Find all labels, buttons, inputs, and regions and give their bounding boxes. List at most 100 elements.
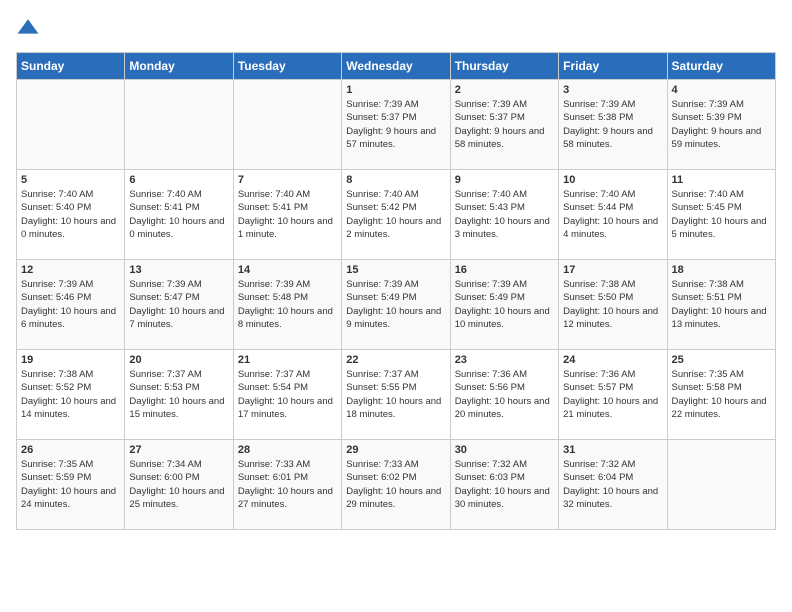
day-number: 10 <box>563 174 662 186</box>
day-header-tuesday: Tuesday <box>233 53 341 80</box>
cell-info: Sunrise: 7:39 AMSunset: 5:37 PMDaylight:… <box>346 98 445 151</box>
calendar-cell: 12Sunrise: 7:39 AMSunset: 5:46 PMDayligh… <box>17 260 125 350</box>
calendar-cell: 14 Sunrise: 7:39 AMSunset: 5:48 PMDayligh… <box>233 260 341 350</box>
calendar-cell <box>17 80 125 170</box>
calendar-cell: 23 Sunrise: 7:36 AMSunset: 5:56 PMDayligh… <box>450 350 558 440</box>
calendar-cell: 19Sunrise: 7:38 AMSunset: 5:52 PMDayligh… <box>17 350 125 440</box>
header-row: SundayMondayTuesdayWednesdayThursdayFrid… <box>17 53 776 80</box>
cell-info: Sunrise: 7:35 AMSunset: 5:58 PMDaylight:… <box>672 368 771 421</box>
cell-info: Sunrise: 7:37 AMSunset: 5:54 PMDaylight:… <box>238 368 337 421</box>
cell-info: Sunrise: 7:40 AMSunset: 5:42 PMDaylight:… <box>346 188 445 241</box>
calendar-table: SundayMondayTuesdayWednesdayThursdayFrid… <box>16 52 776 530</box>
week-row-4: 19Sunrise: 7:38 AMSunset: 5:52 PMDayligh… <box>17 350 776 440</box>
day-number: 7 <box>238 174 337 186</box>
cell-info: Sunrise: 7:39 AMSunset: 5:48 PMDaylight:… <box>238 278 337 331</box>
day-number: 1 <box>346 84 445 96</box>
cell-info: Sunrise: 7:37 AMSunset: 5:55 PMDaylight:… <box>346 368 445 421</box>
day-header-sunday: Sunday <box>17 53 125 80</box>
cell-info: Sunrise: 7:40 AMSunset: 5:41 PMDaylight:… <box>129 188 228 241</box>
calendar-cell: 26 Sunrise: 7:35 AMSunset: 5:59 PMDayligh… <box>17 440 125 530</box>
calendar-cell: 21 Sunrise: 7:37 AMSunset: 5:54 PMDayligh… <box>233 350 341 440</box>
calendar-cell: 31 Sunrise: 7:32 AMSunset: 6:04 PMDayligh… <box>559 440 667 530</box>
calendar-cell: 4Sunrise: 7:39 AMSunset: 5:39 PMDaylight… <box>667 80 775 170</box>
week-row-2: 5 Sunrise: 7:40 AMSunset: 5:40 PMDaylight… <box>17 170 776 260</box>
cell-info: Sunrise: 7:32 AMSunset: 6:03 PMDaylight:… <box>455 458 554 511</box>
calendar-cell: 3 Sunrise: 7:39 AMSunset: 5:38 PMDaylight… <box>559 80 667 170</box>
calendar-cell: 20 Sunrise: 7:37 AMSunset: 5:53 PMDayligh… <box>125 350 233 440</box>
day-number: 23 <box>455 354 554 366</box>
day-number: 11 <box>672 174 771 186</box>
day-number: 8 <box>346 174 445 186</box>
logo-icon <box>16 16 40 40</box>
calendar-cell: 17 Sunrise: 7:38 AMSunset: 5:50 PMDayligh… <box>559 260 667 350</box>
cell-info: Sunrise: 7:34 AMSunset: 6:00 PMDaylight:… <box>129 458 228 511</box>
calendar-cell: 15Sunrise: 7:39 AMSunset: 5:49 PMDayligh… <box>342 260 450 350</box>
day-header-saturday: Saturday <box>667 53 775 80</box>
day-number: 29 <box>346 444 445 456</box>
week-row-3: 12Sunrise: 7:39 AMSunset: 5:46 PMDayligh… <box>17 260 776 350</box>
calendar-cell: 30 Sunrise: 7:32 AMSunset: 6:03 PMDayligh… <box>450 440 558 530</box>
calendar-cell: 2Sunrise: 7:39 AMSunset: 5:37 PMDaylight… <box>450 80 558 170</box>
cell-info: Sunrise: 7:32 AMSunset: 6:04 PMDaylight:… <box>563 458 662 511</box>
day-number: 24 <box>563 354 662 366</box>
day-number: 3 <box>563 84 662 96</box>
calendar-cell <box>125 80 233 170</box>
day-header-monday: Monday <box>125 53 233 80</box>
week-row-1: 1 Sunrise: 7:39 AMSunset: 5:37 PMDaylight… <box>17 80 776 170</box>
calendar-cell <box>667 440 775 530</box>
calendar-cell: 24 Sunrise: 7:36 AMSunset: 5:57 PMDayligh… <box>559 350 667 440</box>
day-number: 18 <box>672 264 771 276</box>
cell-info: Sunrise: 7:40 AMSunset: 5:40 PMDaylight:… <box>21 188 120 241</box>
cell-info: Sunrise: 7:36 AMSunset: 5:57 PMDaylight:… <box>563 368 662 421</box>
calendar-cell: 9 Sunrise: 7:40 AMSunset: 5:43 PMDaylight… <box>450 170 558 260</box>
logo <box>16 16 44 40</box>
cell-info: Sunrise: 7:35 AMSunset: 5:59 PMDaylight:… <box>21 458 120 511</box>
day-number: 6 <box>129 174 228 186</box>
calendar-cell: 22Sunrise: 7:37 AMSunset: 5:55 PMDayligh… <box>342 350 450 440</box>
day-number: 26 <box>21 444 120 456</box>
cell-info: Sunrise: 7:39 AMSunset: 5:49 PMDaylight:… <box>455 278 554 331</box>
cell-info: Sunrise: 7:38 AMSunset: 5:52 PMDaylight:… <box>21 368 120 421</box>
day-number: 5 <box>21 174 120 186</box>
cell-info: Sunrise: 7:39 AMSunset: 5:38 PMDaylight:… <box>563 98 662 151</box>
day-number: 21 <box>238 354 337 366</box>
day-number: 14 <box>238 264 337 276</box>
cell-info: Sunrise: 7:39 AMSunset: 5:49 PMDaylight:… <box>346 278 445 331</box>
day-number: 30 <box>455 444 554 456</box>
cell-info: Sunrise: 7:33 AMSunset: 6:01 PMDaylight:… <box>238 458 337 511</box>
calendar-cell: 1 Sunrise: 7:39 AMSunset: 5:37 PMDaylight… <box>342 80 450 170</box>
day-number: 28 <box>238 444 337 456</box>
calendar-cell: 27 Sunrise: 7:34 AMSunset: 6:00 PMDayligh… <box>125 440 233 530</box>
cell-info: Sunrise: 7:40 AMSunset: 5:45 PMDaylight:… <box>672 188 771 241</box>
cell-info: Sunrise: 7:37 AMSunset: 5:53 PMDaylight:… <box>129 368 228 421</box>
cell-info: Sunrise: 7:39 AMSunset: 5:39 PMDaylight:… <box>672 98 771 151</box>
cell-info: Sunrise: 7:40 AMSunset: 5:43 PMDaylight:… <box>455 188 554 241</box>
calendar-cell: 18 Sunrise: 7:38 AMSunset: 5:51 PMDayligh… <box>667 260 775 350</box>
calendar-cell: 28 Sunrise: 7:33 AMSunset: 6:01 PMDayligh… <box>233 440 341 530</box>
day-header-wednesday: Wednesday <box>342 53 450 80</box>
calendar-cell: 6 Sunrise: 7:40 AMSunset: 5:41 PMDaylight… <box>125 170 233 260</box>
day-number: 27 <box>129 444 228 456</box>
week-row-5: 26 Sunrise: 7:35 AMSunset: 5:59 PMDayligh… <box>17 440 776 530</box>
cell-info: Sunrise: 7:38 AMSunset: 5:51 PMDaylight:… <box>672 278 771 331</box>
cell-info: Sunrise: 7:40 AMSunset: 5:41 PMDaylight:… <box>238 188 337 241</box>
cell-info: Sunrise: 7:38 AMSunset: 5:50 PMDaylight:… <box>563 278 662 331</box>
calendar-cell: 8 Sunrise: 7:40 AMSunset: 5:42 PMDaylight… <box>342 170 450 260</box>
cell-info: Sunrise: 7:40 AMSunset: 5:44 PMDaylight:… <box>563 188 662 241</box>
cell-info: Sunrise: 7:39 AMSunset: 5:47 PMDaylight:… <box>129 278 228 331</box>
day-number: 16 <box>455 264 554 276</box>
cell-info: Sunrise: 7:39 AMSunset: 5:37 PMDaylight:… <box>455 98 554 151</box>
calendar-cell: 5 Sunrise: 7:40 AMSunset: 5:40 PMDaylight… <box>17 170 125 260</box>
cell-info: Sunrise: 7:36 AMSunset: 5:56 PMDaylight:… <box>455 368 554 421</box>
day-number: 13 <box>129 264 228 276</box>
day-number: 17 <box>563 264 662 276</box>
calendar-cell: 16 Sunrise: 7:39 AMSunset: 5:49 PMDayligh… <box>450 260 558 350</box>
calendar-cell: 25Sunrise: 7:35 AMSunset: 5:58 PMDayligh… <box>667 350 775 440</box>
day-number: 31 <box>563 444 662 456</box>
day-number: 20 <box>129 354 228 366</box>
day-number: 9 <box>455 174 554 186</box>
day-header-thursday: Thursday <box>450 53 558 80</box>
day-header-friday: Friday <box>559 53 667 80</box>
cell-info: Sunrise: 7:39 AMSunset: 5:46 PMDaylight:… <box>21 278 120 331</box>
calendar-cell: 13 Sunrise: 7:39 AMSunset: 5:47 PMDayligh… <box>125 260 233 350</box>
